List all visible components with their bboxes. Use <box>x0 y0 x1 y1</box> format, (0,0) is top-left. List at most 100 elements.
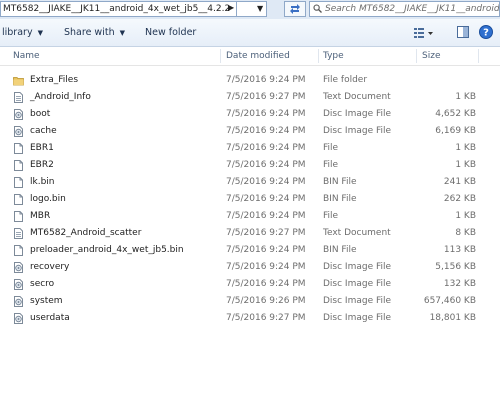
file-date-modified: 7/5/2016 9:24 PM <box>226 109 306 119</box>
file-type: Disc Image File <box>323 279 392 289</box>
search-input[interactable]: Search MT6582__JIAKE__JK11__android... <box>309 1 500 17</box>
file-row[interactable]: lk.bin 7/5/2016 9:24 PM BIN File 241 KB <box>0 174 500 191</box>
text-file-icon <box>14 92 23 103</box>
address-bar-row: MT6582__JIAKE__JK11__android_4x_wet_jb5_… <box>0 0 500 19</box>
chevron-down-icon: ▼ <box>37 29 43 37</box>
refresh-button[interactable] <box>284 1 306 17</box>
column-header-name[interactable]: Name <box>13 47 40 65</box>
column-divider[interactable] <box>318 49 319 63</box>
column-divider[interactable] <box>478 49 479 63</box>
file-type: File <box>323 143 339 153</box>
file-size: 1 KB <box>455 92 476 102</box>
file-date-modified: 7/5/2016 9:24 PM <box>226 75 306 85</box>
chevron-down-icon: ▼ <box>119 29 125 37</box>
file-size: 6,169 KB <box>435 126 476 136</box>
disc-image-icon <box>14 126 23 137</box>
file-name: EBR1 <box>30 143 54 153</box>
address-path: MT6582__JIAKE__JK11__android_4x_wet_jb5_… <box>3 4 231 14</box>
file-icon <box>14 143 23 154</box>
file-name: _Android_Info <box>30 92 91 102</box>
file-type: BIN File <box>323 194 357 204</box>
svg-text:?: ? <box>483 28 489 39</box>
view-details-icon <box>414 28 433 38</box>
library-label: library <box>2 27 33 38</box>
refresh-icon <box>290 4 300 14</box>
disc-image-icon <box>14 296 23 307</box>
file-icon <box>14 245 23 256</box>
file-type: Disc Image File <box>323 313 392 323</box>
command-toolbar: library ▼ Share with ▼ New folder ? <box>0 19 500 47</box>
file-size: 657,460 KB <box>423 296 476 306</box>
file-row[interactable]: secro 7/5/2016 9:24 PM Disc Image File 132 … <box>0 276 500 293</box>
file-name: recovery <box>30 262 70 272</box>
folder-icon <box>13 77 24 86</box>
file-row[interactable]: _Android_Info 7/5/2016 9:27 PM Text Docume… <box>0 89 500 106</box>
column-header-type[interactable]: Type <box>323 47 344 65</box>
file-type: BIN File <box>323 177 357 187</box>
file-size: 5,156 KB <box>435 262 476 272</box>
file-row[interactable]: preloader_android_4x_wet_jb5.bin 7/5/2016… <box>0 242 500 259</box>
column-divider[interactable] <box>220 49 221 63</box>
file-row[interactable]: MBR 7/5/2016 9:24 PM File 1 KB <box>0 208 500 225</box>
disc-image-icon <box>14 279 23 290</box>
search-icon <box>313 4 322 13</box>
help-icon: ? <box>479 25 493 39</box>
file-row[interactable]: EBR2 7/5/2016 9:24 PM File 1 KB <box>0 157 500 174</box>
file-row[interactable]: logo.bin 7/5/2016 9:24 PM BIN File 262 KB <box>0 191 500 208</box>
file-date-modified: 7/5/2016 9:26 PM <box>226 296 306 306</box>
file-icon <box>14 194 23 205</box>
disc-image-icon <box>14 313 23 324</box>
preview-pane-button[interactable] <box>455 24 471 41</box>
file-date-modified: 7/5/2016 9:24 PM <box>226 211 306 221</box>
chevron-down-icon: ▼ <box>257 4 264 13</box>
file-size: 4,652 KB <box>435 109 476 119</box>
column-header-size[interactable]: Size <box>422 47 440 65</box>
file-row[interactable]: userdata 7/5/2016 9:27 PM Disc Image File 1… <box>0 310 500 327</box>
file-date-modified: 7/5/2016 9:24 PM <box>226 126 306 136</box>
breadcrumb-arrow-icon[interactable]: ▶ <box>228 1 234 15</box>
file-date-modified: 7/5/2016 9:24 PM <box>226 279 306 289</box>
file-type: Text Document <box>323 92 391 102</box>
column-headers: Name Date modified Type Size <box>0 47 500 66</box>
file-row[interactable]: MT6582_Android_scatter 7/5/2016 9:27 PM Te… <box>0 225 500 242</box>
help-button[interactable]: ? <box>478 24 494 41</box>
disc-image-icon <box>14 109 23 120</box>
file-type: File folder <box>323 75 368 85</box>
file-row[interactable]: cache 7/5/2016 9:24 PM Disc Image File 6,16… <box>0 123 500 140</box>
file-name: lk.bin <box>30 177 55 187</box>
file-row[interactable]: Extra_Files 7/5/2016 9:24 PM File folder <box>0 72 500 89</box>
share-with-button[interactable]: Share with ▼ <box>64 19 125 46</box>
column-header-date[interactable]: Date modified <box>226 47 290 65</box>
file-date-modified: 7/5/2016 9:24 PM <box>226 194 306 204</box>
new-folder-button[interactable]: New folder <box>145 19 196 46</box>
file-name: system <box>30 296 63 306</box>
file-name: boot <box>30 109 51 119</box>
file-row[interactable]: boot 7/5/2016 9:24 PM Disc Image File 4,652… <box>0 106 500 123</box>
file-icon <box>14 160 23 171</box>
file-type: Disc Image File <box>323 262 392 272</box>
file-row[interactable]: recovery 7/5/2016 9:24 PM Disc Image File 5… <box>0 259 500 276</box>
file-name: EBR2 <box>30 160 54 170</box>
file-icon <box>14 211 23 222</box>
file-name: MBR <box>30 211 51 221</box>
library-menu-button[interactable]: library ▼ <box>2 19 43 46</box>
view-options-button[interactable] <box>412 24 436 41</box>
address-bar[interactable]: MT6582__JIAKE__JK11__android_4x_wet_jb5_… <box>0 1 237 17</box>
file-name: preloader_android_4x_wet_jb5.bin <box>30 245 184 255</box>
column-divider[interactable] <box>416 49 417 63</box>
file-row[interactable]: system 7/5/2016 9:26 PM Disc Image File 657… <box>0 293 500 310</box>
search-placeholder: Search MT6582__JIAKE__JK11__android... <box>325 4 500 14</box>
file-name: secro <box>30 279 55 289</box>
file-size: 1 KB <box>455 211 476 221</box>
share-with-label: Share with <box>64 27 115 38</box>
file-size: 113 KB <box>443 245 476 255</box>
file-list: Extra_Files 7/5/2016 9:24 PM File folder _A… <box>0 72 500 327</box>
file-name: userdata <box>30 313 70 323</box>
file-row[interactable]: EBR1 7/5/2016 9:24 PM File 1 KB <box>0 140 500 157</box>
address-dropdown-button[interactable]: ▼ <box>237 1 267 17</box>
file-date-modified: 7/5/2016 9:24 PM <box>226 160 306 170</box>
file-date-modified: 7/5/2016 9:27 PM <box>226 92 306 102</box>
file-name: MT6582_Android_scatter <box>30 228 142 238</box>
file-date-modified: 7/5/2016 9:24 PM <box>226 177 306 187</box>
file-type: File <box>323 211 339 221</box>
